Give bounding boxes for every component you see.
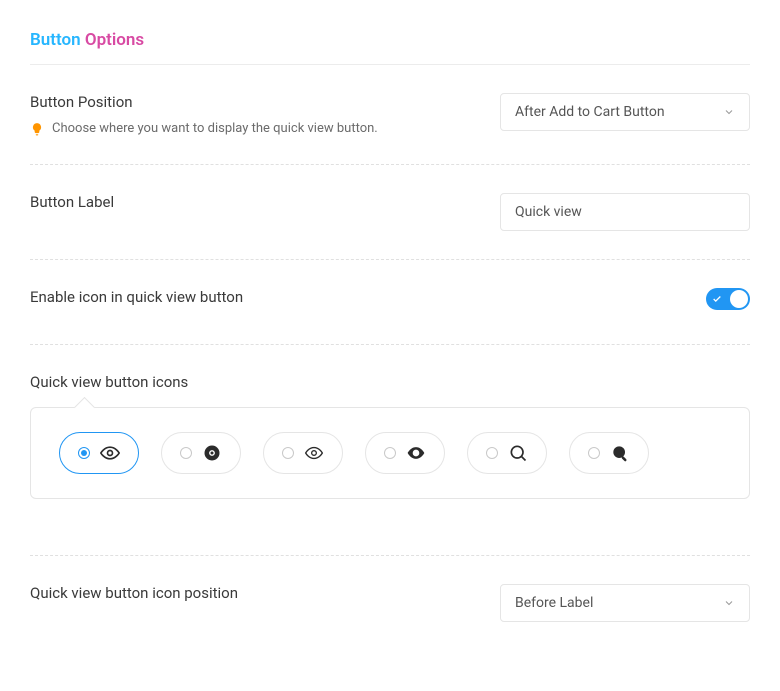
button-label-input[interactable] — [500, 193, 750, 231]
button-position-label: Button Position — [30, 93, 480, 111]
row-right — [500, 193, 750, 231]
icon-option-magnify-solid[interactable] — [569, 432, 649, 474]
button-position-hint: Choose where you want to display the qui… — [30, 121, 480, 136]
radio-icon — [588, 447, 600, 459]
magnify-solid-icon — [610, 443, 630, 463]
section-title-part-b: Options — [85, 30, 144, 50]
enable-icon-toggle[interactable] — [706, 288, 750, 310]
icon-option-eye-solid-circle[interactable] — [161, 432, 241, 474]
row-icon-position: Quick view button icon position Before L… — [30, 584, 750, 622]
row-left: Quick view button icon position — [30, 584, 500, 612]
row-right: Before Label — [500, 584, 750, 622]
button-position-selected: After Add to Cart Button — [515, 104, 665, 120]
button-label-label: Button Label — [30, 193, 480, 211]
enable-icon-label: Enable icon in quick view button — [30, 288, 480, 306]
eye-outline-icon — [100, 443, 120, 463]
radio-icon — [180, 447, 192, 459]
check-icon — [712, 294, 722, 304]
row-right — [500, 288, 750, 310]
section-title: Button Options — [30, 30, 750, 65]
eye-solid-icon — [406, 443, 426, 463]
icon-position-select[interactable]: Before Label — [500, 584, 750, 622]
eye-outline-thin-icon — [304, 443, 324, 463]
button-position-select[interactable]: After Add to Cart Button — [500, 93, 750, 131]
button-icons-label: Quick view button icons — [30, 373, 750, 391]
chevron-down-icon — [723, 597, 735, 609]
icon-position-label: Quick view button icon position — [30, 584, 480, 602]
row-enable-icon: Enable icon in quick view button — [30, 288, 750, 345]
lightbulb-icon — [30, 122, 44, 136]
section-title-part-a: Button — [30, 30, 85, 50]
icons-panel — [30, 407, 750, 499]
row-left: Enable icon in quick view button — [30, 288, 500, 316]
toggle-knob — [730, 290, 748, 308]
icon-position-selected: Before Label — [515, 595, 593, 611]
row-button-position: Button Position Choose where you want to… — [30, 93, 750, 165]
row-button-icons: Quick view button icons — [30, 373, 750, 556]
button-position-hint-text: Choose where you want to display the qui… — [52, 121, 378, 136]
radio-icon — [78, 447, 90, 459]
row-right: After Add to Cart Button — [500, 93, 750, 131]
radio-icon — [486, 447, 498, 459]
icon-option-eye-outline-thin[interactable] — [263, 432, 343, 474]
row-left: Button Label — [30, 193, 500, 221]
radio-icon — [282, 447, 294, 459]
row-button-label: Button Label — [30, 193, 750, 260]
icon-option-eye-outline[interactable] — [59, 432, 139, 474]
eye-solid-circle-icon — [202, 443, 222, 463]
radio-icon — [384, 447, 396, 459]
chevron-down-icon — [723, 106, 735, 118]
icon-option-magnify-outline[interactable] — [467, 432, 547, 474]
icon-option-eye-solid[interactable] — [365, 432, 445, 474]
magnify-outline-icon — [508, 443, 528, 463]
row-left: Button Position Choose where you want to… — [30, 93, 500, 136]
